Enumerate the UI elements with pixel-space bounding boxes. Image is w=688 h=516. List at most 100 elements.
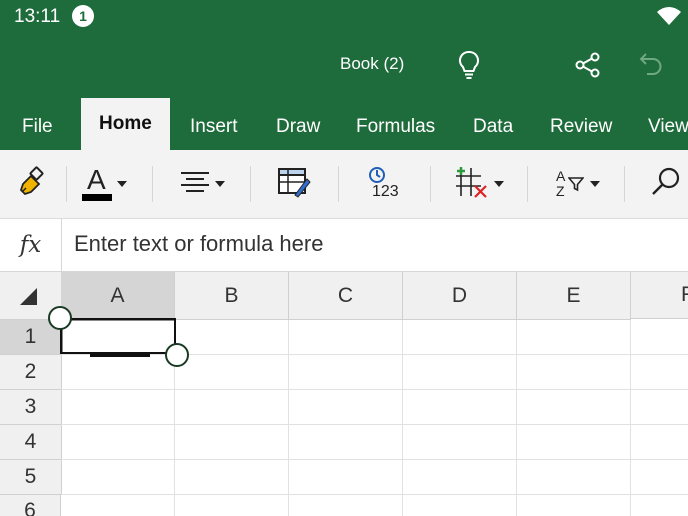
- chevron-down-icon: [117, 181, 127, 187]
- cell-f6[interactable]: [631, 495, 688, 516]
- align-icon: [180, 170, 210, 199]
- number-format-icon: 123: [366, 166, 400, 202]
- ribbon-tabs: File Home Insert Draw Formulas Data Revi…: [0, 98, 688, 150]
- tab-insert[interactable]: Insert: [190, 116, 238, 138]
- cell-e6[interactable]: [517, 495, 631, 516]
- separator: [152, 166, 153, 202]
- format-painter-button[interactable]: [17, 164, 49, 204]
- status-time: 13:11: [14, 6, 61, 27]
- cell-c1[interactable]: [289, 320, 403, 355]
- undo-icon[interactable]: [638, 51, 664, 82]
- cell-d3[interactable]: [403, 390, 517, 425]
- cell-e3[interactable]: [517, 390, 631, 425]
- cell-d2[interactable]: [403, 355, 517, 390]
- cell-c6[interactable]: [289, 495, 403, 516]
- column-header-b[interactable]: B: [175, 272, 289, 320]
- column-header-f[interactable]: F: [631, 272, 688, 319]
- number-format-label: 123: [372, 183, 399, 200]
- font-color-swatch: [82, 194, 112, 201]
- column-header-e[interactable]: E: [517, 272, 631, 320]
- cell-b3[interactable]: [175, 390, 289, 425]
- wifi-icon: [655, 5, 683, 32]
- format-cells-button[interactable]: [277, 164, 311, 204]
- row-header-4[interactable]: 4: [0, 425, 62, 460]
- cell-d1[interactable]: [403, 320, 517, 355]
- cell-f2[interactable]: [631, 355, 688, 390]
- cell-f4[interactable]: [631, 425, 688, 460]
- cell-a3[interactable]: [61, 390, 175, 425]
- cell-f3[interactable]: [631, 390, 688, 425]
- cell-b1[interactable]: [175, 320, 289, 355]
- column-header-c[interactable]: C: [289, 272, 403, 320]
- app-header: 13:11 1 Book (2) File Home Insert Draw F…: [0, 0, 688, 150]
- cell-b5[interactable]: [175, 460, 289, 495]
- cell-e1[interactable]: [517, 320, 631, 355]
- cell-f5[interactable]: [631, 460, 688, 495]
- ribbon-toolbar: A 123 A Z: [0, 150, 688, 219]
- row-header-2[interactable]: 2: [0, 355, 62, 390]
- row-header-5[interactable]: 5: [0, 460, 62, 495]
- cell-d5[interactable]: [403, 460, 517, 495]
- formula-input[interactable]: Enter text or formula here: [74, 231, 323, 257]
- cell-c4[interactable]: [289, 425, 403, 460]
- fx-button[interactable]: fx: [0, 219, 62, 271]
- cell-f1[interactable]: [631, 320, 688, 355]
- selected-cell-a1[interactable]: [60, 318, 176, 354]
- share-icon[interactable]: [575, 52, 601, 83]
- selection-handle-bottom-right[interactable]: [165, 343, 189, 367]
- cell-b4[interactable]: [175, 425, 289, 460]
- cell-b6[interactable]: [175, 495, 289, 516]
- cell-c2[interactable]: [289, 355, 403, 390]
- cell-a6[interactable]: [61, 495, 175, 516]
- cell-d4[interactable]: [403, 425, 517, 460]
- tab-home[interactable]: Home: [81, 98, 170, 150]
- tab-draw[interactable]: Draw: [276, 116, 320, 138]
- separator: [430, 166, 431, 202]
- number-format-button[interactable]: 123: [366, 164, 400, 204]
- column-header-d[interactable]: D: [403, 272, 517, 320]
- lightbulb-icon[interactable]: [458, 50, 480, 85]
- column-header-a[interactable]: A: [61, 272, 175, 321]
- cell-e2[interactable]: [517, 355, 631, 390]
- cell-d6[interactable]: [403, 495, 517, 516]
- spreadsheet-grid: A B C D E F 1 2 3 4 5 6: [0, 272, 688, 516]
- document-title[interactable]: Book (2): [340, 54, 404, 74]
- font-color-button[interactable]: A: [82, 164, 127, 204]
- cell-c3[interactable]: [289, 390, 403, 425]
- chevron-down-icon: [590, 181, 600, 187]
- cell-a4[interactable]: [61, 425, 175, 460]
- format-cells-icon: [277, 165, 311, 204]
- select-all-icon: [20, 288, 37, 305]
- font-color-letter: A: [87, 164, 106, 195]
- search-icon: [650, 166, 682, 203]
- row-header-6[interactable]: 6: [0, 495, 61, 516]
- tab-file[interactable]: File: [22, 116, 53, 138]
- cell-a2[interactable]: [61, 355, 175, 390]
- notification-badge: 1: [72, 5, 94, 27]
- tab-data[interactable]: Data: [473, 116, 513, 138]
- cell-b2[interactable]: [175, 355, 289, 390]
- selection-handle-top-left[interactable]: [48, 306, 72, 330]
- chevron-down-icon: [215, 181, 225, 187]
- cell-a5[interactable]: [61, 460, 175, 495]
- sort-filter-button[interactable]: A Z: [555, 164, 600, 204]
- cell-c5[interactable]: [289, 460, 403, 495]
- separator: [66, 166, 67, 202]
- insert-delete-button[interactable]: [455, 164, 504, 204]
- tab-view[interactable]: View: [648, 116, 688, 138]
- align-button[interactable]: [180, 164, 225, 204]
- row-header-3[interactable]: 3: [0, 390, 62, 425]
- search-button[interactable]: [650, 164, 682, 204]
- font-color-icon: A: [82, 164, 112, 202]
- sort-letter-a: A: [556, 168, 566, 184]
- format-painter-icon: [17, 166, 49, 203]
- separator: [338, 166, 339, 202]
- tab-formulas[interactable]: Formulas: [356, 116, 435, 138]
- selection-bottom-marker: [90, 352, 150, 357]
- chevron-down-icon: [494, 181, 504, 187]
- insert-delete-icon: [455, 166, 489, 203]
- tab-review[interactable]: Review: [550, 116, 612, 138]
- cell-e4[interactable]: [517, 425, 631, 460]
- cell-e5[interactable]: [517, 460, 631, 495]
- separator: [250, 166, 251, 202]
